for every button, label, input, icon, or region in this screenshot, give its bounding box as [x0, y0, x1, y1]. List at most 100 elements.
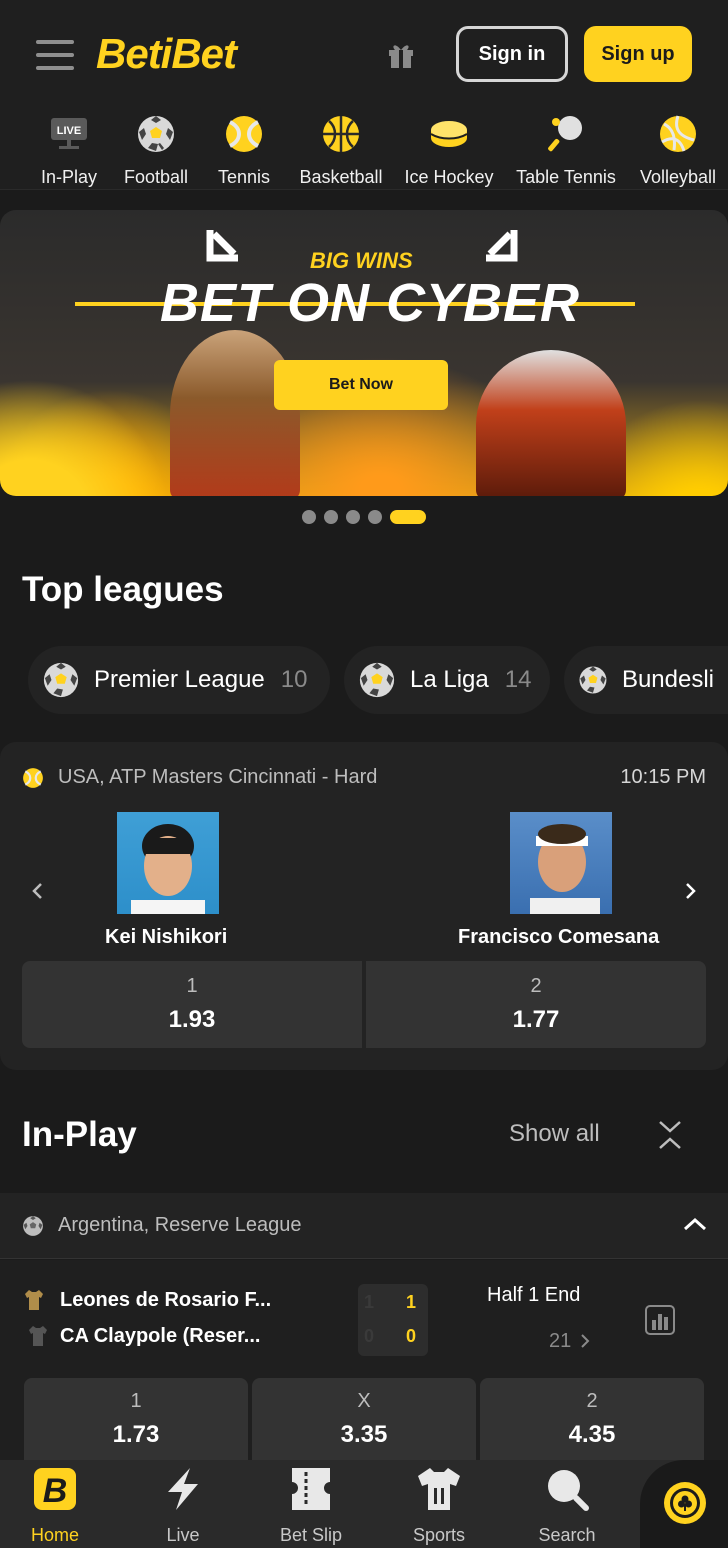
warrior-illustration	[476, 350, 626, 496]
sport-label: Table Tennis	[516, 167, 616, 187]
ice-hockey-icon	[430, 121, 468, 147]
lightning-icon	[168, 1468, 198, 1510]
gift-icon[interactable]	[385, 38, 417, 70]
casino-chip-icon	[664, 1482, 706, 1524]
football-icon	[23, 1216, 43, 1236]
odds-button-x[interactable]: X 3.35	[252, 1378, 476, 1460]
show-all-link[interactable]: Show all	[509, 1120, 600, 1148]
carousel-dot[interactable]	[346, 510, 360, 524]
bet-now-button[interactable]: Bet Now	[274, 360, 448, 410]
odds-value: 1.73	[112, 1421, 160, 1448]
player1-photo	[117, 812, 219, 914]
top-leagues-title: Top leagues	[22, 570, 224, 609]
league-name: Premier League	[94, 666, 265, 693]
casino-chip-button[interactable]	[640, 1460, 728, 1548]
chevron-up-icon[interactable]	[683, 1217, 707, 1231]
odds-label: 1	[186, 975, 198, 997]
team2-score: 0	[406, 1326, 417, 1346]
sport-item-volleyball[interactable]: Volleyball	[636, 114, 720, 188]
sport-label: Basketball	[299, 167, 383, 187]
match-time: 10:15 PM	[620, 766, 706, 788]
tennis-icon	[23, 767, 43, 788]
team1-score: 1	[406, 1292, 417, 1312]
sport-item-tennis[interactable]: Tennis	[214, 114, 274, 188]
betslip-icon	[292, 1468, 330, 1510]
carousel-dot[interactable]	[324, 510, 338, 524]
banner-kicker: BIG WINS	[310, 248, 413, 273]
nav-label: Sports	[412, 1525, 466, 1545]
more-markets-link[interactable]: 21	[549, 1330, 591, 1353]
team1: Leones de Rosario F...	[22, 1288, 271, 1312]
odds-button-2[interactable]: 2 4.35	[480, 1378, 704, 1460]
football-icon	[43, 662, 79, 698]
table-tennis-icon	[548, 116, 582, 152]
sign-up-button[interactable]: Sign up	[584, 26, 692, 82]
sports-nav: LIVE In-Play Football Tennis Basketball	[0, 108, 728, 190]
odds-label: 2	[586, 1390, 598, 1412]
league-count: 10	[280, 666, 308, 693]
odds-label: 1	[130, 1390, 142, 1412]
sport-item-ice-hockey[interactable]: Ice Hockey	[402, 114, 496, 188]
player1-name: Kei Nishikori	[105, 926, 228, 948]
promo-banner[interactable]: BIG WINS BET ON CYBER Bet Now	[0, 210, 728, 496]
odds-label: X	[357, 1390, 371, 1412]
banner-headline: BET ON CYBER	[160, 273, 581, 333]
nav-bet-slip[interactable]: Bet Slip	[256, 1460, 366, 1546]
markets-count: 21	[549, 1330, 572, 1352]
odds-button-2[interactable]: 2 1.77	[366, 961, 706, 1048]
nav-label: Search	[538, 1525, 596, 1545]
league-pill-premier-league[interactable]: Premier League 10	[28, 646, 330, 714]
team2-score-prev: 0	[364, 1326, 375, 1346]
sport-item-in-play[interactable]: LIVE In-Play	[38, 114, 100, 188]
nav-search[interactable]: Search	[512, 1460, 622, 1546]
nav-label: Bet Slip	[279, 1525, 343, 1545]
carousel-dot[interactable]	[302, 510, 316, 524]
in-play-league-name: Argentina, Reserve League	[58, 1214, 302, 1236]
nav-label: Home	[30, 1525, 79, 1545]
score-box: 1 1 0 0	[358, 1284, 428, 1356]
league-name: La Liga	[410, 666, 489, 693]
team2-name: CA Claypole (Reser...	[60, 1324, 261, 1347]
chevron-left-icon[interactable]	[30, 882, 46, 900]
sport-label: Volleyball	[639, 167, 717, 187]
svg-text:B: B	[43, 1472, 68, 1510]
carousel-dot[interactable]	[368, 510, 382, 524]
match-status: Half 1 End	[487, 1284, 581, 1306]
in-play-league-header[interactable]: Argentina, Reserve League	[0, 1193, 728, 1259]
league-name: Bundesli	[621, 666, 714, 693]
sport-label: Tennis	[217, 167, 271, 187]
nav-home[interactable]: B Home	[0, 1460, 110, 1546]
nav-sports[interactable]: Sports	[384, 1460, 494, 1546]
team1-score-prev: 1	[364, 1292, 375, 1312]
odds-button-1[interactable]: 1 1.93	[22, 961, 362, 1048]
in-play-match[interactable]: Leones de Rosario F... CA Claypole (Rese…	[0, 1260, 728, 1460]
league-pill-bundesliga[interactable]: Bundesli	[564, 646, 728, 714]
chevron-right-icon	[581, 1334, 590, 1348]
jersey-icon	[418, 1468, 460, 1510]
arrow-down-right-icon	[486, 230, 518, 262]
player2-name: Francisco Comesana	[458, 926, 660, 948]
league-pill-la-liga[interactable]: La Liga 14	[344, 646, 550, 714]
bottom-nav: B Home Live Bet Slip Sports Search	[0, 1460, 728, 1548]
sign-in-button[interactable]: Sign in	[456, 26, 568, 82]
sport-label: In-Play	[40, 167, 98, 187]
chevron-right-icon[interactable]	[682, 882, 698, 900]
carousel-dot-active[interactable]	[390, 510, 426, 524]
nav-live[interactable]: Live	[128, 1460, 238, 1546]
sport-item-table-tennis[interactable]: Table Tennis	[512, 114, 620, 188]
football-icon	[359, 662, 395, 698]
volleyball-icon	[660, 115, 696, 152]
collapse-icon[interactable]	[656, 1118, 684, 1152]
menu-icon[interactable]	[36, 40, 74, 72]
statistics-icon[interactable]	[644, 1304, 676, 1336]
odds-button-1[interactable]: 1 1.73	[24, 1378, 248, 1460]
sport-item-football[interactable]: Football	[120, 114, 192, 188]
logo[interactable]: BetiBet	[96, 30, 237, 78]
football-icon	[138, 116, 174, 152]
match-league: USA, ATP Masters Cincinnati - Hard	[22, 766, 377, 789]
sport-item-basketball[interactable]: Basketball	[296, 114, 386, 188]
soldier-illustration	[170, 330, 300, 496]
tennis-icon	[226, 116, 262, 152]
in-play-title: In-Play	[22, 1115, 137, 1154]
featured-match-card: USA, ATP Masters Cincinnati - Hard 10:15…	[0, 742, 728, 1070]
